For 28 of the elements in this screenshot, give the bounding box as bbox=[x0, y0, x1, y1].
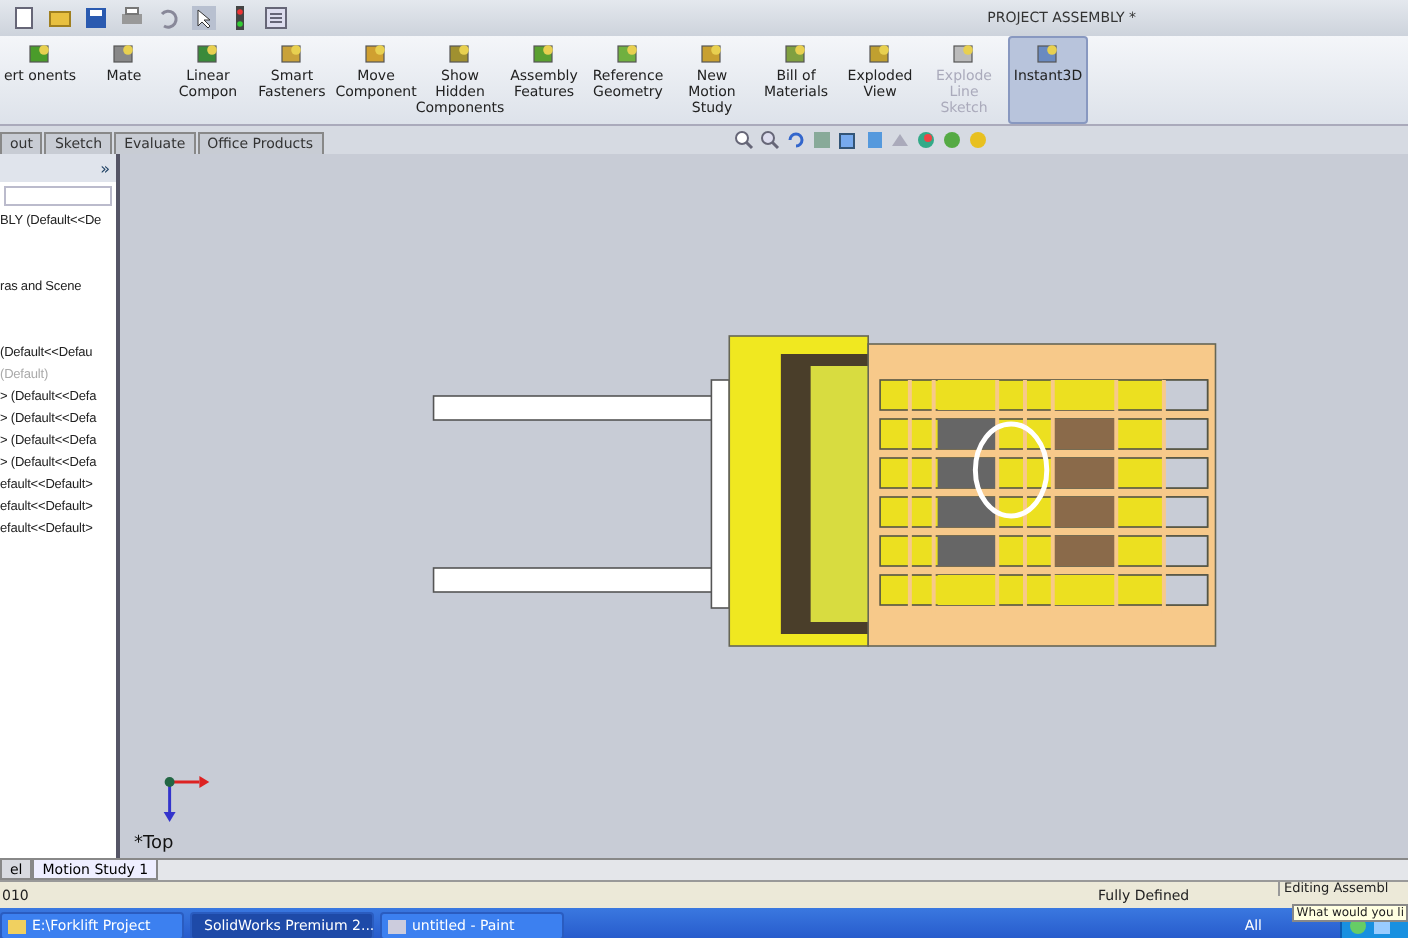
command-icon bbox=[784, 42, 808, 66]
command-icon bbox=[196, 42, 220, 66]
zoom-icon[interactable] bbox=[734, 130, 754, 150]
select-icon[interactable] bbox=[192, 6, 216, 30]
folder-icon bbox=[8, 917, 26, 935]
axis-triad-icon bbox=[163, 776, 210, 822]
command-icon bbox=[868, 42, 892, 66]
command-icon bbox=[364, 42, 388, 66]
view-label: *Top bbox=[134, 834, 174, 854]
rotate-icon[interactable] bbox=[786, 130, 806, 150]
command-icon bbox=[952, 42, 976, 66]
printer-icon[interactable] bbox=[120, 6, 144, 30]
command-icon bbox=[532, 42, 556, 66]
folder-icon[interactable] bbox=[48, 6, 72, 30]
command-icon bbox=[1036, 42, 1060, 66]
command-icon bbox=[616, 42, 640, 66]
expand-glyph[interactable]: » bbox=[100, 159, 110, 177]
undo-icon[interactable] bbox=[156, 6, 180, 30]
command-icon bbox=[112, 42, 136, 66]
options-icon[interactable] bbox=[264, 6, 288, 30]
command-icon bbox=[280, 42, 304, 66]
save-icon[interactable] bbox=[84, 6, 108, 30]
command-icon bbox=[448, 42, 472, 66]
command-icon bbox=[700, 42, 724, 66]
command-icon bbox=[28, 42, 52, 66]
filter-field[interactable] bbox=[4, 186, 112, 206]
zoom-icon[interactable] bbox=[760, 130, 780, 150]
new-document-icon[interactable] bbox=[12, 6, 36, 30]
